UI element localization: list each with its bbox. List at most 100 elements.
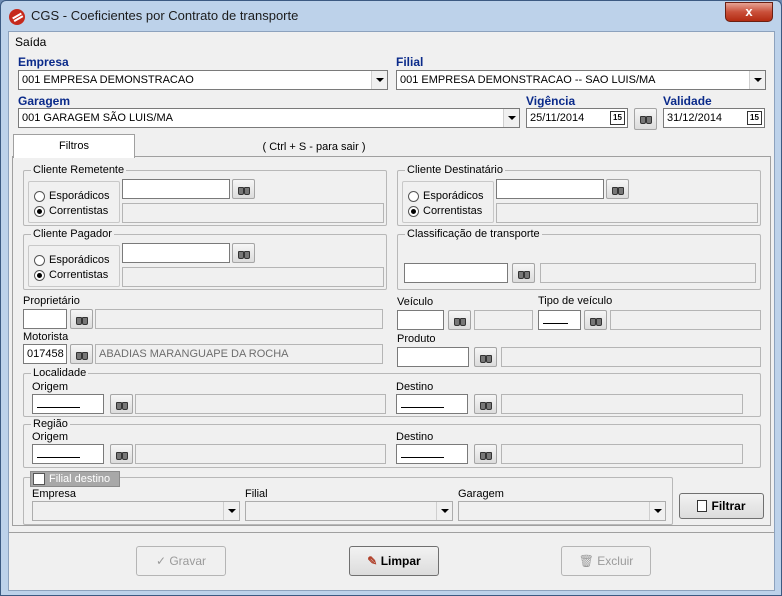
destino-label: Destino bbox=[396, 381, 434, 393]
veiculo-label: Veículo bbox=[397, 296, 434, 308]
vigencia-value: 25/11/2014 bbox=[530, 112, 585, 124]
chevron-down-icon[interactable] bbox=[749, 71, 765, 89]
radio-correntistas[interactable] bbox=[408, 206, 419, 217]
search-button-remetente[interactable] bbox=[232, 179, 255, 199]
search-button-veiculo[interactable] bbox=[448, 310, 471, 330]
chevron-down-icon[interactable] bbox=[436, 502, 452, 520]
remetente-code-input[interactable] bbox=[122, 179, 230, 199]
motorista-name-value: ABADIAS MARANGUAPE DA ROCHA bbox=[99, 348, 289, 360]
search-button-regiao-destino[interactable] bbox=[474, 444, 497, 464]
radio-esporadicos[interactable] bbox=[34, 255, 45, 266]
main-window: CGS - Coeficientes por Contrato de trans… bbox=[0, 0, 782, 596]
binoculars-icon bbox=[480, 450, 492, 460]
classificacao-code-input[interactable] bbox=[404, 263, 508, 283]
excluir-button[interactable]: 🗑 Excluir bbox=[561, 546, 651, 576]
binoculars-icon bbox=[238, 249, 250, 259]
calendar-icon[interactable]: 15 bbox=[610, 111, 625, 125]
fd-empresa-label: Empresa bbox=[32, 488, 77, 500]
menu-bar: Saída bbox=[9, 32, 774, 51]
proprietario-code-input[interactable] bbox=[23, 309, 67, 329]
destinatario-code-input[interactable] bbox=[496, 179, 604, 199]
regiao-origem-input[interactable] bbox=[32, 444, 104, 464]
menu-item-saida[interactable]: Saída bbox=[15, 35, 46, 49]
filtros-panel: Cliente Remetente Esporádicos Correntist… bbox=[12, 156, 771, 526]
search-button-motorista[interactable] bbox=[70, 344, 93, 364]
radio-correntistas[interactable] bbox=[34, 270, 45, 281]
filtrar-button[interactable]: Filtrar bbox=[679, 493, 764, 519]
tipo-veiculo-name-field bbox=[610, 310, 761, 330]
radio-correntistas[interactable] bbox=[34, 206, 45, 217]
search-button-regiao-origem[interactable] bbox=[110, 444, 133, 464]
search-button-produto[interactable] bbox=[474, 347, 497, 367]
radio-label: Correntistas bbox=[49, 205, 109, 217]
group-title: Classificação de transporte bbox=[405, 228, 542, 240]
garagem-label: Garagem bbox=[18, 94, 71, 108]
tipo-veiculo-code-input[interactable] bbox=[538, 310, 581, 330]
search-document-icon bbox=[697, 500, 708, 512]
localidade-destino-input[interactable] bbox=[396, 394, 468, 414]
filial-value: 001 EMPRESA DEMONSTRACAO -- SAO LUIS/MA bbox=[400, 74, 656, 86]
fd-filial-select[interactable] bbox=[245, 501, 453, 521]
search-button-classificacao[interactable] bbox=[512, 263, 535, 283]
search-button-localidade-destino[interactable] bbox=[474, 394, 497, 414]
limpar-button[interactable]: ✎ Limpar bbox=[349, 546, 439, 576]
binoculars-icon bbox=[238, 185, 250, 195]
gravar-button[interactable]: ✓ Gravar bbox=[136, 546, 226, 576]
garagem-select[interactable]: 001 GARAGEM SÃO LUIS/MA bbox=[18, 108, 520, 128]
pagador-code-input[interactable] bbox=[122, 243, 230, 263]
binoculars-icon bbox=[640, 114, 652, 124]
input-mask-line bbox=[543, 323, 569, 324]
fd-garagem-select[interactable] bbox=[458, 501, 666, 521]
radio-box: Esporádicos Correntistas bbox=[28, 181, 120, 223]
filial-destino-group: Filial destino Empresa Filial Garagem bbox=[23, 471, 673, 525]
binoculars-icon bbox=[76, 350, 88, 360]
cliente-pagador-group: Cliente Pagador Esporádicos Correntistas bbox=[23, 228, 387, 290]
destino-label: Destino bbox=[396, 431, 434, 443]
group-title: Cliente Destinatário bbox=[405, 164, 505, 176]
proprietario-label: Proprietário bbox=[23, 295, 80, 307]
fd-empresa-select[interactable] bbox=[32, 501, 240, 521]
binoculars-icon bbox=[518, 269, 530, 279]
localidade-origem-input[interactable] bbox=[32, 394, 104, 414]
search-button-localidade-origem[interactable] bbox=[110, 394, 133, 414]
chevron-down-icon[interactable] bbox=[649, 502, 665, 520]
calendar-icon[interactable]: 15 bbox=[747, 111, 762, 125]
search-button-proprietario[interactable] bbox=[70, 309, 93, 329]
motorista-code-value: 017458 bbox=[27, 348, 64, 360]
motorista-code-input[interactable]: 017458 bbox=[23, 344, 67, 364]
filial-destino-label: Filial destino bbox=[49, 473, 111, 485]
produto-code-input[interactable] bbox=[397, 347, 469, 367]
regiao-group: Região Origem Destino bbox=[23, 418, 761, 468]
pagador-name-field bbox=[122, 267, 384, 287]
search-button-vigencia[interactable] bbox=[634, 108, 657, 130]
radio-esporadicos[interactable] bbox=[34, 191, 45, 202]
group-title: Cliente Pagador bbox=[31, 228, 114, 240]
search-button-pagador[interactable] bbox=[232, 243, 255, 263]
chevron-down-icon[interactable] bbox=[503, 109, 519, 127]
title-bar: CGS - Coeficientes por Contrato de trans… bbox=[1, 1, 781, 31]
chevron-down-icon[interactable] bbox=[223, 502, 239, 520]
divider bbox=[9, 532, 774, 533]
produto-label: Produto bbox=[397, 333, 436, 345]
filial-select[interactable]: 001 EMPRESA DEMONSTRACAO -- SAO LUIS/MA bbox=[396, 70, 766, 90]
binoculars-icon bbox=[480, 400, 492, 410]
validade-date-input[interactable]: 31/12/2014 15 bbox=[663, 108, 765, 128]
search-button-tipo-veiculo[interactable] bbox=[584, 310, 607, 330]
radio-esporadicos[interactable] bbox=[408, 191, 419, 202]
search-button-destinatario[interactable] bbox=[606, 179, 629, 199]
chevron-down-icon[interactable] bbox=[371, 71, 387, 89]
group-title: Cliente Remetente bbox=[31, 164, 127, 176]
eraser-icon: ✎ bbox=[367, 554, 381, 568]
classificacao-group: Classificação de transporte bbox=[397, 228, 761, 290]
veiculo-code-input[interactable] bbox=[397, 310, 444, 330]
vigencia-date-input[interactable]: 25/11/2014 15 bbox=[526, 108, 628, 128]
close-button[interactable]: x bbox=[725, 2, 773, 22]
excluir-label: Excluir bbox=[597, 554, 634, 568]
filial-destino-toggle[interactable]: Filial destino bbox=[30, 471, 120, 487]
origem-label: Origem bbox=[32, 431, 69, 443]
filial-destino-checkbox[interactable] bbox=[33, 473, 45, 485]
empresa-select[interactable]: 001 EMPRESA DEMONSTRACAO bbox=[18, 70, 388, 90]
input-mask-line bbox=[401, 407, 445, 408]
regiao-destino-input[interactable] bbox=[396, 444, 468, 464]
tab-filtros[interactable]: Filtros bbox=[13, 134, 135, 158]
